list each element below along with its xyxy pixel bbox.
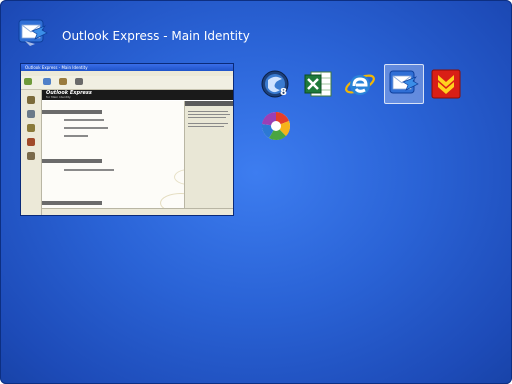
window-item-2[interactable] [300, 66, 336, 102]
picasa-icon [261, 111, 291, 140]
svg-text:8: 8 [280, 87, 287, 98]
inbox-icon [27, 96, 35, 104]
window-item-4-selected[interactable] [384, 64, 424, 104]
preview-banner: Outlook Express for Main Identity [42, 90, 233, 100]
preview-content [42, 101, 204, 213]
addresses-icon [59, 78, 67, 85]
preview-tip-of-day [184, 101, 233, 209]
contacts-section-header [42, 201, 102, 205]
find-icon [75, 78, 83, 85]
newsgroups-section-header [42, 159, 102, 163]
window-item-3[interactable] [342, 66, 378, 102]
newsgroup-account-line [64, 169, 114, 171]
alt-tab-switcher: Outlook Express - Main Identity Outlook … [0, 0, 512, 384]
preview-brand-subtitle: for Main Identity [46, 95, 71, 99]
send-receive-icon [43, 78, 51, 85]
outbox-icon [27, 110, 35, 118]
preview-toolbar [21, 76, 233, 90]
outlook-express-icon [17, 17, 49, 49]
preview-window-title: Outlook Express - Main Identity [25, 65, 88, 70]
sent-items-icon [27, 124, 35, 132]
excel-icon [304, 71, 332, 97]
internet-explorer-icon [345, 74, 375, 95]
tip-text-line [188, 126, 224, 127]
create-mail-icon [24, 78, 32, 85]
download-manager-icon [431, 69, 461, 99]
window-item-6[interactable] [258, 108, 294, 144]
window-item-5[interactable] [428, 66, 464, 102]
preview-folder-bar [21, 90, 42, 215]
create-mail-line [64, 127, 108, 129]
preview-statusbar [42, 208, 233, 215]
tip-text-line [188, 117, 226, 118]
drafts-icon [27, 152, 35, 160]
unread-mail-line [64, 119, 104, 121]
tip-text-line [188, 114, 230, 115]
tip-text-line [188, 111, 228, 112]
outlook-express-icon [389, 70, 419, 94]
preview-titlebar: Outlook Express - Main Identity [21, 64, 233, 71]
safari-s8-icon: 8 [261, 70, 289, 98]
tip-header [185, 101, 233, 106]
tip-text-line [188, 123, 228, 124]
email-section-header [42, 110, 102, 114]
window-preview-thumbnail[interactable]: Outlook Express - Main Identity Outlook … [20, 63, 234, 216]
window-item-1[interactable]: 8 [258, 66, 294, 102]
deleted-items-icon [27, 138, 35, 146]
window-title: Outlook Express - Main Identity [62, 29, 250, 43]
subscribed-line [64, 135, 88, 137]
